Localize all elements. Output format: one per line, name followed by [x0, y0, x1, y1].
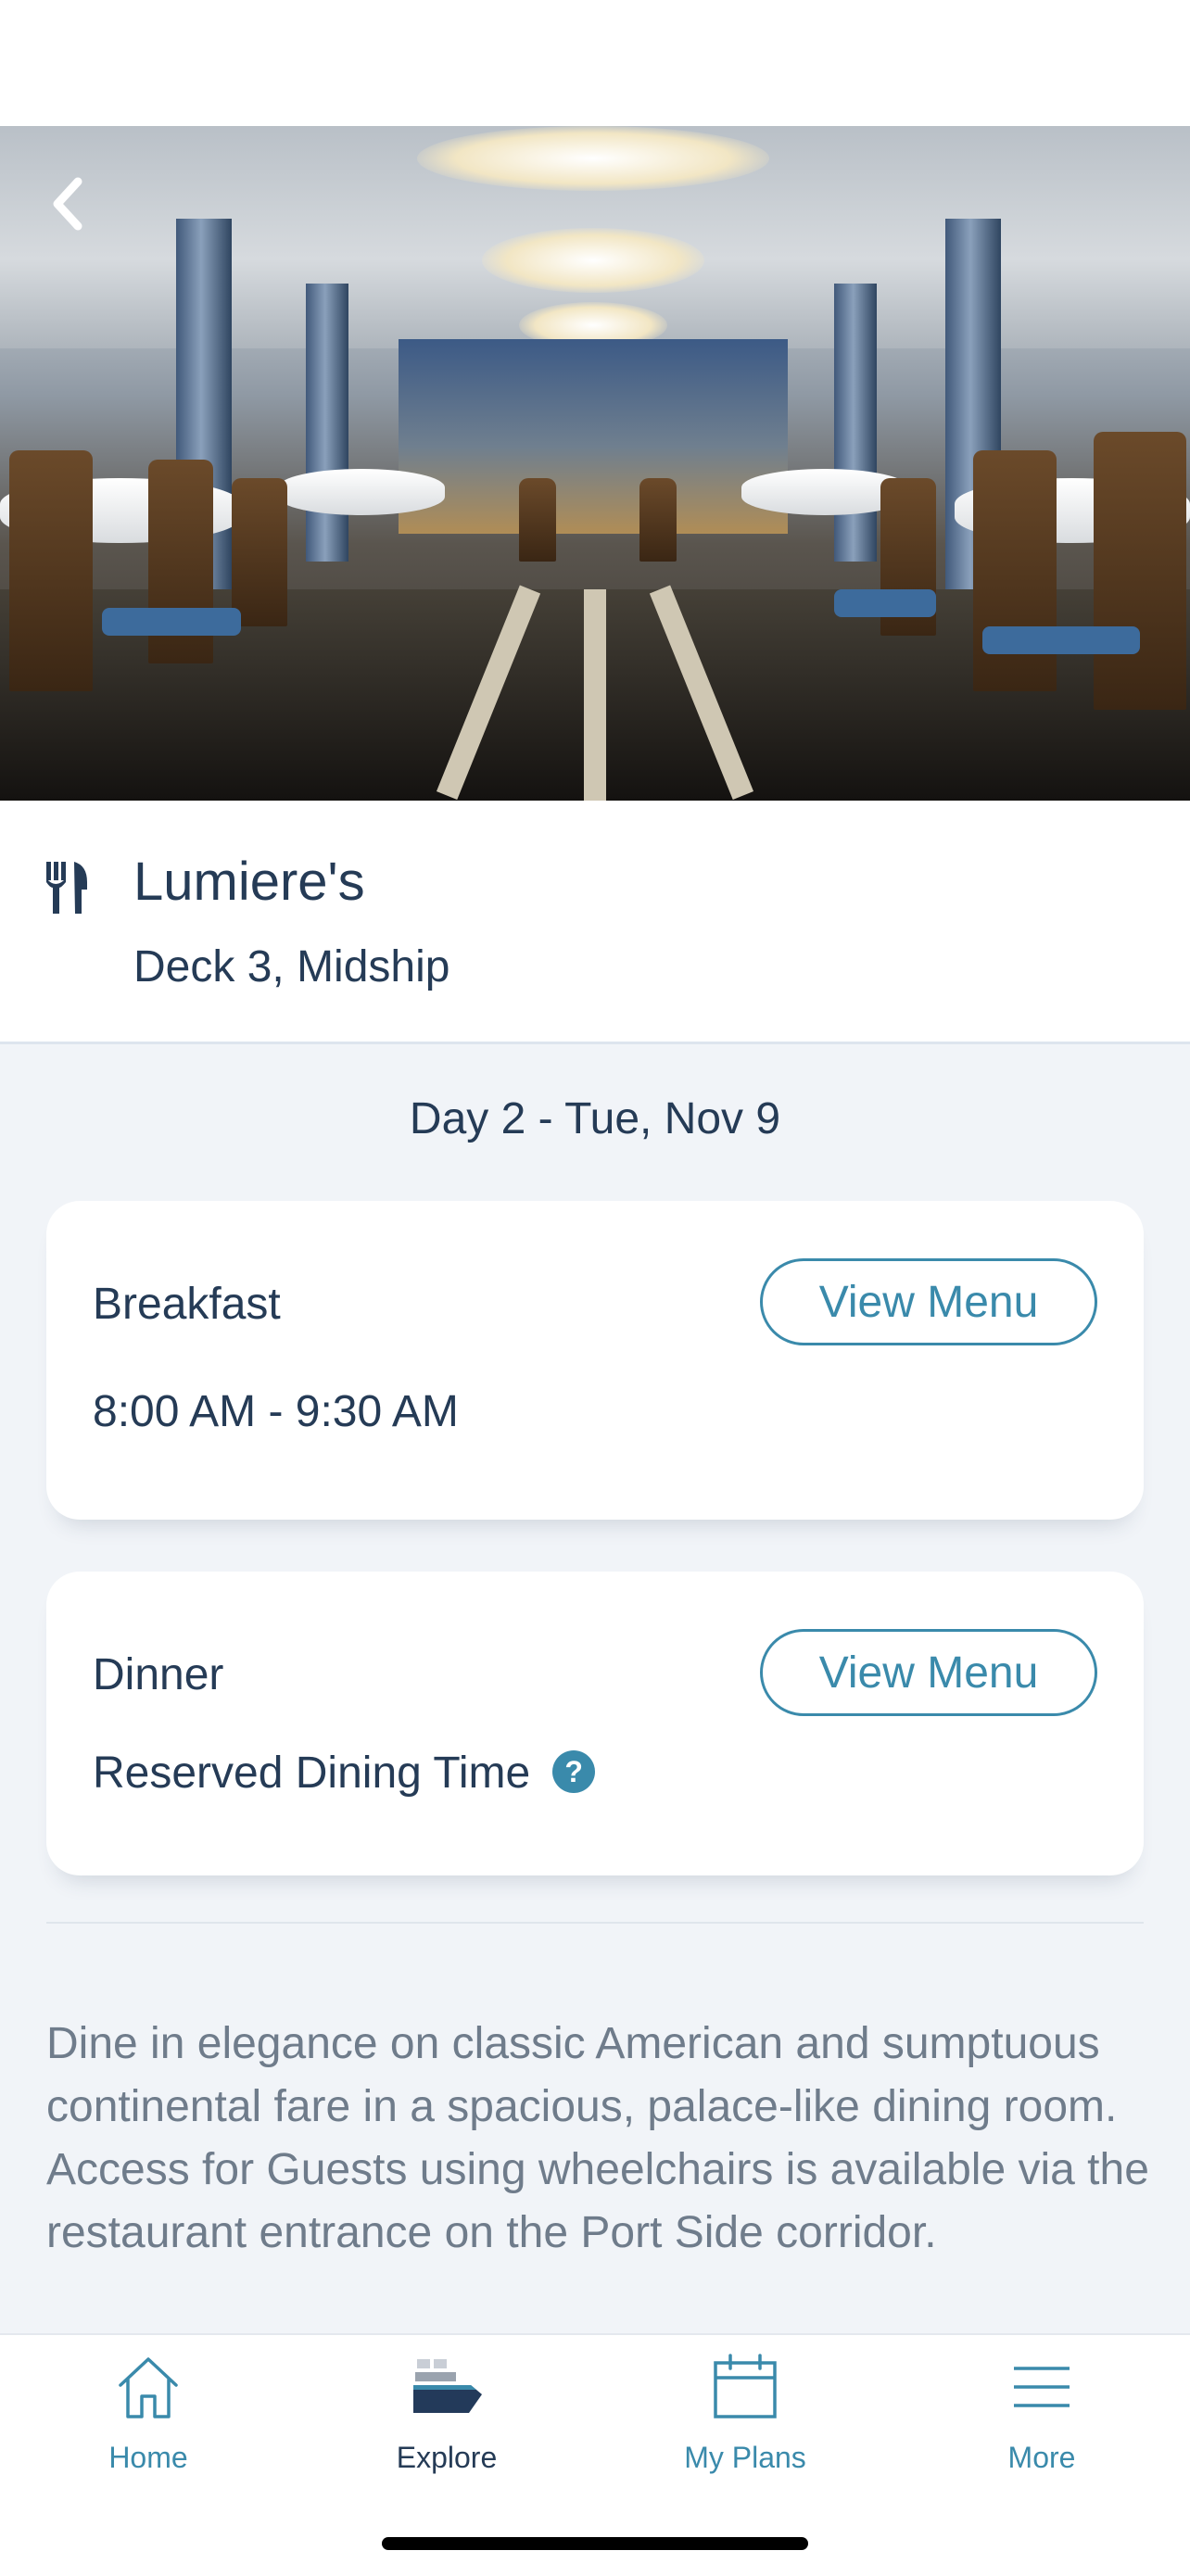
venue-description: Dine in elegance on classic American and… — [46, 2019, 1149, 2257]
question-icon[interactable]: ? — [552, 1750, 596, 1794]
meal-title: Dinner — [93, 1650, 224, 1699]
calendar-icon — [714, 2354, 777, 2418]
venue-name: Lumiere's — [133, 852, 365, 912]
chevron-left-icon — [53, 177, 82, 231]
status-bar — [0, 0, 1190, 126]
venue-header — [0, 801, 1190, 1044]
meal-detail: Reserved Dining Time? — [93, 1748, 596, 1799]
menu-icon — [1014, 2367, 1070, 2407]
utensils-icon — [46, 862, 87, 914]
view-menu-button-breakfast[interactable]: View Menu — [760, 1258, 1097, 1345]
tab-label: Home — [108, 2441, 188, 2474]
home-indicator — [382, 2537, 808, 2550]
tab-explore[interactable]: Explore — [345, 2354, 549, 2483]
back-button[interactable] — [37, 171, 96, 236]
meal-hours: 8:00 AM - 9:30 AM — [93, 1387, 459, 1436]
view-menu-button-dinner[interactable]: View Menu — [760, 1629, 1097, 1716]
reserved-dining-label: Reserved Dining Time — [93, 1749, 531, 1798]
ship-icon — [413, 2359, 482, 2413]
tab-more[interactable]: More — [940, 2354, 1144, 2483]
divider — [46, 1922, 1144, 1924]
venue-location: Deck 3, Midship — [133, 942, 450, 991]
tab-label: My Plans — [684, 2441, 806, 2474]
day-label: Day 2 - Tue, Nov 9 — [409, 1094, 781, 1143]
home-icon — [119, 2357, 178, 2418]
tab-home[interactable]: Home — [46, 2354, 250, 2483]
tab-label: Explore — [396, 2441, 498, 2474]
restaurant-photo — [0, 126, 1190, 801]
meal-card-breakfast: Breakfast 8:00 AM - 9:30 AM View Menu — [46, 1201, 1144, 1520]
tab-label: More — [1007, 2441, 1076, 2474]
meal-title: Breakfast — [93, 1280, 281, 1329]
meal-card-dinner: Dinner Reserved Dining Time? View Menu — [46, 1572, 1144, 1875]
tab-my-plans[interactable]: My Plans — [643, 2354, 847, 2483]
